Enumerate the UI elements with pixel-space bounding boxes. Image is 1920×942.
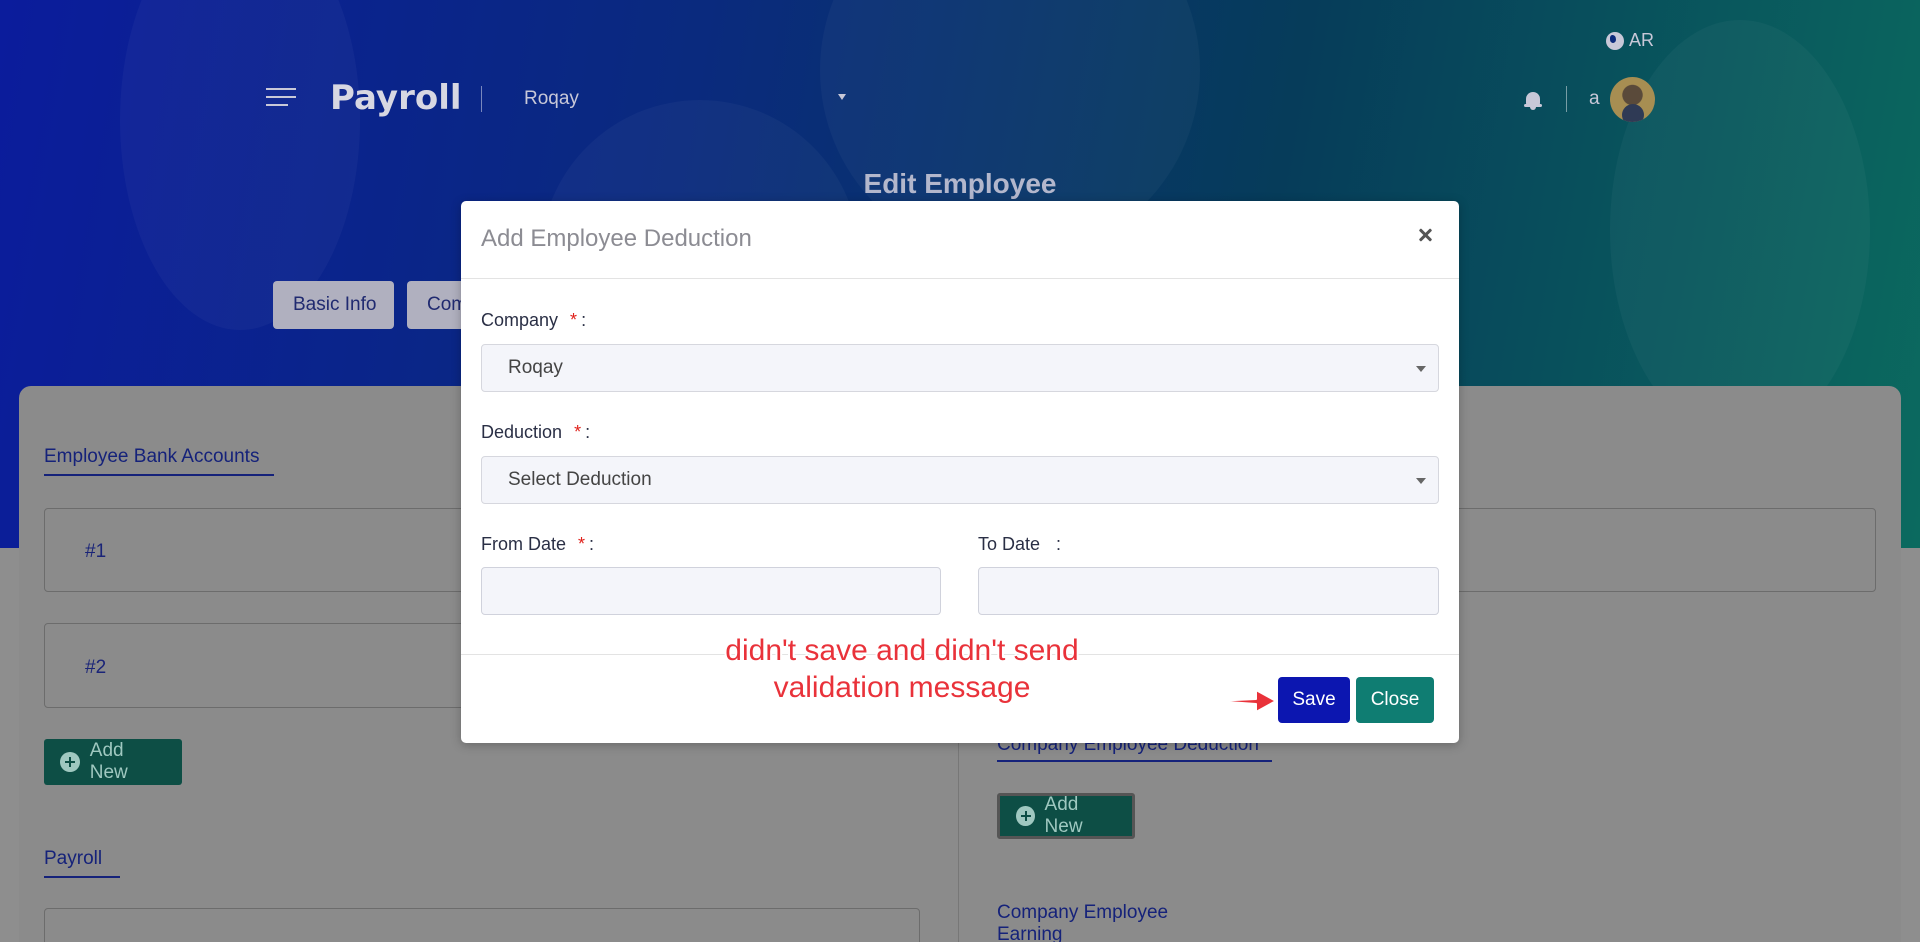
close-icon[interactable]	[1415, 225, 1435, 245]
caret-down-icon	[1416, 478, 1426, 484]
to-date-label: To Date :	[978, 534, 1061, 555]
globe-icon	[1606, 31, 1624, 50]
required-mark: *	[578, 534, 586, 554]
company-label-text: Company	[481, 310, 559, 330]
section-title-payroll: Payroll	[44, 848, 120, 878]
from-date-input[interactable]	[481, 567, 941, 615]
save-button[interactable]: Save	[1278, 677, 1350, 723]
modal-title: Add Employee Deduction	[481, 225, 752, 252]
plus-circle-icon	[1016, 806, 1035, 826]
label-colon: :	[581, 310, 587, 330]
add-new-label: Add New	[89, 740, 128, 783]
decor-circle	[1610, 20, 1870, 440]
company-select[interactable]: Roqay	[481, 344, 1439, 392]
label-colon: :	[1056, 534, 1062, 554]
close-button[interactable]: Close	[1356, 677, 1434, 723]
from-date-label-text: From Date	[481, 534, 567, 554]
tab-basic-info[interactable]: Basic Info	[273, 281, 394, 329]
required-mark: *	[570, 310, 578, 330]
brand-logo-text: Payroll	[330, 78, 462, 118]
language-switch[interactable]: AR	[1606, 30, 1654, 51]
user-name[interactable]: a	[1589, 88, 1600, 110]
caret-down-icon	[838, 94, 846, 100]
caret-down-icon	[1416, 366, 1426, 372]
tab-company[interactable]: Com	[407, 281, 467, 329]
add-bank-account-button[interactable]: Add New	[44, 739, 182, 785]
company-switcher[interactable]: Roqay	[524, 88, 846, 114]
header-divider	[481, 86, 482, 112]
required-mark: *	[574, 422, 582, 442]
header-divider	[1566, 86, 1567, 112]
to-date-input[interactable]	[978, 567, 1439, 615]
deduction-select-placeholder: Select Deduction	[508, 469, 652, 490]
company-select-value: Roqay	[508, 357, 563, 378]
modal-header: Add Employee Deduction	[461, 201, 1459, 279]
add-deduction-button[interactable]: Add New	[997, 793, 1135, 839]
annotation-note: didn't save and didn't send validation m…	[716, 632, 1088, 706]
annotation-line-2: validation message	[773, 671, 1031, 704]
notification-bell-icon[interactable]	[1524, 90, 1542, 110]
section-title-company-earning: Company Employee Earning	[997, 902, 1234, 942]
account-number: #2	[85, 657, 107, 678]
language-label: AR	[1629, 30, 1655, 50]
company-label: Company * :	[481, 310, 586, 331]
to-date-label-text: To Date	[978, 534, 1041, 554]
deduction-label-text: Deduction	[481, 422, 563, 442]
from-date-label: From Date * :	[481, 534, 594, 555]
section-title-bank-accounts: Employee Bank Accounts	[44, 446, 274, 476]
page-title: Edit Employee	[863, 168, 1057, 199]
plus-circle-icon	[60, 752, 80, 772]
account-number: #1	[85, 541, 107, 562]
company-switcher-value: Roqay	[524, 88, 579, 109]
annotation-arrow-icon	[1213, 689, 1277, 713]
hamburger-menu-icon[interactable]	[266, 88, 296, 106]
label-colon: :	[585, 422, 591, 442]
annotation-line-1: didn't save and didn't send	[725, 634, 1079, 667]
avatar[interactable]	[1610, 77, 1655, 122]
list-item[interactable]	[44, 908, 920, 942]
deduction-select[interactable]: Select Deduction	[481, 456, 1439, 504]
add-new-label: Add New	[1044, 794, 1083, 837]
deduction-label: Deduction * :	[481, 422, 590, 443]
label-colon: :	[589, 534, 595, 554]
